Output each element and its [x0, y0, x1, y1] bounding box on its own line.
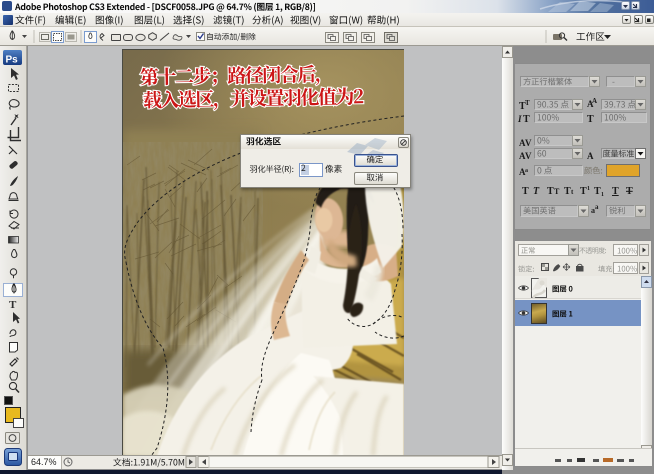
svg-text:T: T: [626, 186, 633, 197]
svg-text:T: T: [523, 114, 530, 125]
svg-text:T: T: [587, 114, 594, 125]
svg-text:1: 1: [601, 192, 604, 198]
svg-text:a: a: [525, 168, 528, 174]
svg-text:T: T: [9, 299, 17, 311]
svg-text:T: T: [580, 186, 587, 197]
svg-text:T: T: [525, 99, 530, 107]
svg-text:t: t: [571, 188, 574, 196]
svg-text:V: V: [525, 138, 532, 148]
svg-text:V: V: [525, 151, 532, 161]
svg-text:I: I: [517, 114, 522, 124]
svg-text:T: T: [554, 187, 560, 196]
svg-text:T: T: [547, 186, 554, 197]
svg-text:a: a: [595, 203, 599, 211]
svg-text:1: 1: [587, 186, 590, 192]
svg-text:A: A: [592, 97, 597, 105]
svg-text:T: T: [612, 186, 619, 197]
svg-text:T: T: [522, 186, 529, 197]
svg-text:Ps: Ps: [6, 55, 19, 66]
svg-text:T: T: [564, 186, 571, 197]
svg-text:T: T: [594, 186, 601, 197]
svg-text:T: T: [533, 186, 540, 197]
svg-text:64.7%: 64.7%: [31, 457, 57, 467]
svg-text:A: A: [587, 151, 594, 161]
